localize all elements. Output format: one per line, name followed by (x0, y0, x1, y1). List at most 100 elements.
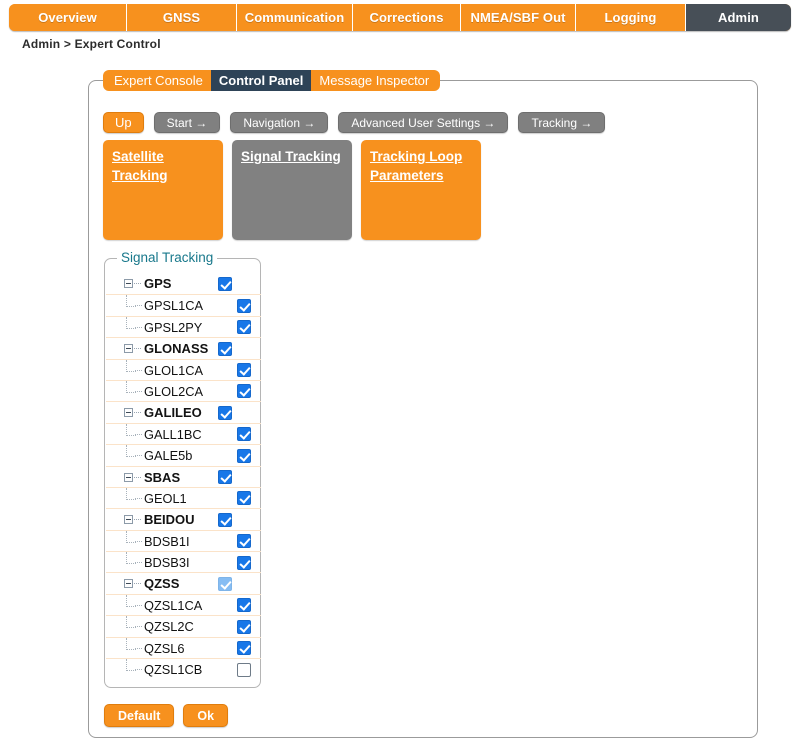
tree-row[interactable]: QZSL2C (106, 615, 261, 636)
signal-checkbox[interactable] (237, 662, 251, 677)
card-title: Tracking Loop Parameters (370, 149, 463, 183)
nav-tab-overview[interactable]: Overview (9, 4, 127, 31)
signal-checkbox[interactable] (237, 448, 251, 463)
tree-connector-icon (134, 412, 141, 414)
tree-row[interactable]: GALL1BC (106, 422, 261, 444)
navigation-button-bar: Up Start → Navigation → Advanced User Setti… (103, 112, 606, 133)
signal-checkbox[interactable] (237, 384, 251, 399)
tree-row[interactable]: GALILEO (106, 401, 261, 422)
signal-checkbox[interactable] (237, 555, 251, 570)
tree-node-label: GPSL1CA (144, 298, 204, 314)
tree-row[interactable]: GPSL1CA (106, 294, 261, 315)
tree-row[interactable]: BEIDOU (106, 508, 261, 529)
tree-node-label: QZSS (144, 576, 180, 592)
signal-checkbox[interactable] (237, 491, 251, 506)
tree-row[interactable]: BDSB3I (106, 551, 261, 572)
tree-node-label: GLOL1CA (144, 362, 204, 378)
tree-node-label: GALE5b (144, 448, 193, 464)
nav-tab-gnss[interactable]: GNSS (127, 4, 237, 31)
signal-checkbox[interactable] (237, 298, 251, 313)
collapse-toggle-icon[interactable] (124, 344, 133, 354)
nav-tab-nmea-sbf-out[interactable]: NMEA/SBF Out (461, 4, 576, 31)
tree-connector-icon (135, 390, 142, 393)
collapse-toggle-icon[interactable] (124, 472, 133, 482)
card-tracking-loop-parameters[interactable]: Tracking Loop Parameters (361, 140, 481, 240)
signal-checkbox[interactable] (237, 619, 251, 634)
nav-tab-corrections[interactable]: Corrections (353, 4, 461, 31)
tree-node-label: QZSL1CB (144, 662, 203, 678)
tree-row[interactable]: GLONASS (106, 337, 261, 358)
tree-connector-icon (135, 305, 142, 307)
collapse-toggle-icon[interactable] (124, 579, 133, 589)
tree-node-label: GALL1BC (144, 426, 202, 442)
tree-node-label: GEOL1 (144, 490, 187, 506)
tree-row[interactable]: QZSL1CA (106, 593, 261, 615)
nav-tab-logging[interactable]: Logging (576, 4, 686, 31)
signal-checkbox[interactable] (218, 576, 232, 591)
tree-row[interactable]: QZSL1CB (106, 658, 261, 679)
signal-tracking-tree: GPS GPSL1CA GPSL2PY GLONASS GLOL1CA GLOL2CA GA… (106, 273, 261, 679)
card-title: Satellite Tracking (112, 149, 168, 183)
crumb-button-tracking[interactable]: Tracking → (518, 112, 606, 133)
sub-tab-bar: Expert Console Control Panel Message Inspe… (103, 70, 441, 91)
crumb-button-start[interactable]: Start → (153, 112, 221, 133)
collapse-toggle-icon[interactable] (124, 279, 133, 288)
tree-row[interactable]: GEOL1 (106, 486, 261, 508)
signal-checkbox[interactable] (218, 341, 232, 356)
tree-connector-icon (134, 476, 141, 479)
collapse-toggle-icon[interactable] (124, 515, 133, 525)
card-signal-tracking[interactable]: Signal Tracking (232, 140, 352, 240)
tree-connector-icon (135, 604, 142, 607)
tree-connector-icon (135, 369, 142, 372)
default-button[interactable]: Default (104, 704, 175, 727)
sub-tab-expert-console[interactable]: Expert Console (103, 70, 211, 91)
signal-checkbox[interactable] (237, 427, 251, 442)
tree-node-label: QZSL2C (144, 619, 194, 635)
crumb-button-navigation[interactable]: Navigation → (230, 112, 329, 133)
tree-node-label: GALILEO (144, 405, 202, 421)
signal-checkbox[interactable] (237, 363, 251, 378)
nav-tab-communication[interactable]: Communication (237, 4, 353, 31)
card-satellite-tracking[interactable]: Satellite Tracking (103, 140, 223, 240)
category-card-grid: Satellite Tracking Signal Tracking Trackin… (103, 140, 481, 240)
signal-tracking-fieldset: Signal Tracking GPS GPSL1CA GPSL2PY GLONASS… (104, 250, 261, 688)
signal-checkbox[interactable] (237, 641, 251, 656)
nav-tab-admin[interactable]: Admin (686, 4, 791, 31)
tree-row[interactable]: GLOL2CA (106, 379, 261, 401)
tree-connector-icon (135, 455, 142, 457)
tree-connector-icon (135, 540, 142, 543)
signal-checkbox[interactable] (218, 276, 232, 291)
signal-checkbox[interactable] (218, 512, 232, 527)
tree-row[interactable]: QZSL6 (106, 636, 261, 658)
main-navigation-bar: Overview GNSS Communication Corrections NMEA… (9, 4, 791, 31)
signal-checkbox[interactable] (237, 598, 251, 613)
tree-connector-icon (134, 283, 141, 285)
tree-node-label: GLOL2CA (144, 383, 204, 399)
tree-connector-icon (135, 669, 142, 671)
tree-connector-icon (135, 433, 142, 436)
sub-tab-control-panel[interactable]: Control Panel (210, 70, 312, 91)
signal-checkbox[interactable] (218, 405, 232, 420)
crumb-button-advanced-user-settings[interactable]: Advanced User Settings → (338, 112, 509, 133)
card-title: Signal Tracking (241, 149, 341, 164)
tree-node-label: BEIDOU (144, 512, 195, 528)
tree-row[interactable]: GPSL2PY (106, 315, 261, 337)
tree-row[interactable]: GALE5b (106, 444, 261, 465)
tree-row[interactable]: SBAS (106, 465, 261, 487)
crumb-button-up[interactable]: Up (103, 112, 144, 133)
tree-row[interactable]: QZSS (106, 572, 261, 593)
ok-button[interactable]: Ok (183, 704, 229, 727)
tree-node-label: BDSB3I (144, 555, 190, 571)
tree-connector-icon (134, 348, 141, 350)
tree-row[interactable]: BDSB1I (106, 529, 261, 551)
tree-row[interactable]: GLOL1CA (106, 358, 261, 380)
tree-row[interactable]: GPS (106, 273, 261, 294)
signal-checkbox[interactable] (237, 534, 251, 549)
collapse-toggle-icon[interactable] (124, 408, 133, 418)
sub-tab-message-inspector[interactable]: Message Inspector (311, 70, 441, 91)
signal-checkbox[interactable] (218, 470, 232, 485)
tree-node-label: SBAS (144, 469, 181, 485)
signal-checkbox[interactable] (237, 320, 251, 335)
tree-node-label: BDSB1I (144, 533, 190, 549)
tree-connector-icon (135, 626, 142, 628)
